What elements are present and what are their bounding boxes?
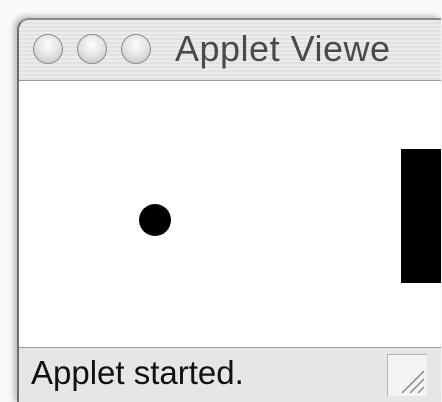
resize-grip-lines [401,370,425,394]
zoom-icon[interactable] [121,34,151,64]
window-title: Applet Viewe [175,28,391,69]
close-icon[interactable] [33,34,63,64]
applet-viewer-window: Applet Viewe Applet started. [17,18,441,402]
status-text: Applet started. [31,354,244,391]
applet-canvas[interactable] [19,81,441,347]
minimize-icon[interactable] [77,34,107,64]
screenshot-frame: Applet Viewe Applet started. [0,0,442,402]
paddle [401,149,441,283]
status-bar: Applet started. [19,347,441,402]
ball [139,204,171,236]
resize-grip-icon[interactable] [387,354,427,396]
title-bar[interactable]: Applet Viewe [19,20,441,81]
